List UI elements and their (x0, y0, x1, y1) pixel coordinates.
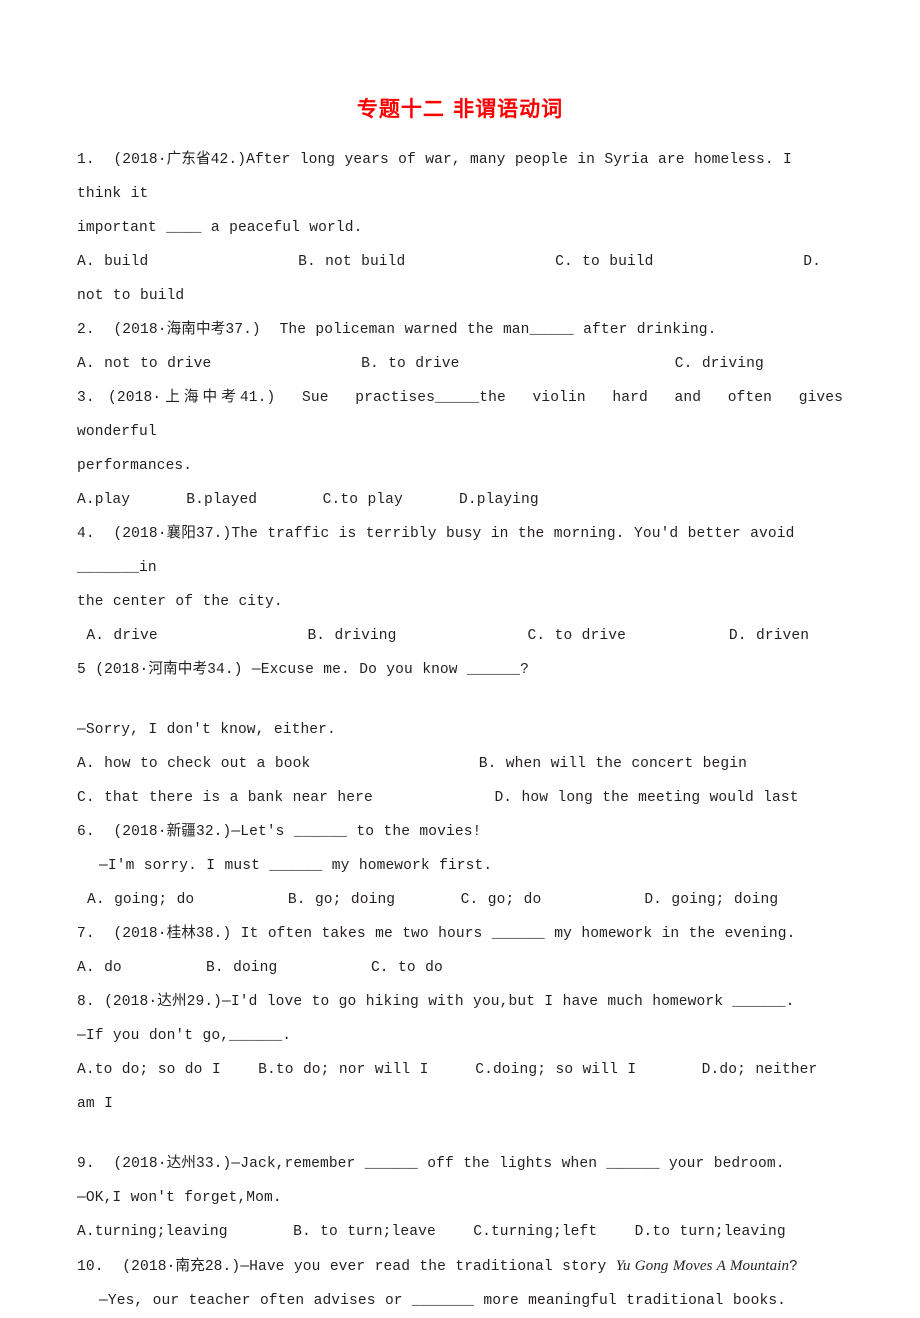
question-8-options: A.to do; so do I B.to do; nor will I C.d… (77, 1062, 827, 1113)
question-5-stem-line-1: 5 (2018·河南中考34.) —Excuse me. Do you know… (77, 662, 530, 679)
question-10-stem-line-1: 10. (2018·南充28.)—Have you ever read the … (77, 1249, 843, 1284)
question-7-stem-line-1: 7. (2018·桂林38.) It often takes me two ho… (77, 926, 796, 943)
question-4-options: A. drive B. driving C. to drive D. drive… (77, 628, 810, 645)
question-5-options-row-2: C. that there is a bank near here D. how… (77, 790, 799, 807)
question-9-stem-line-2: —OK,I won't forget,Mom. (77, 1190, 282, 1207)
question-10-stem-line-2: —Yes, our teacher often advises or _____… (99, 1293, 787, 1310)
question-4-stem-line-1: 4. (2018·襄阳37.)The traffic is terribly b… (77, 526, 804, 577)
question-1-options: A. build B. not build C. to build D. not… (77, 254, 831, 305)
question-8-stem-line-1: 8. (2018·达州29.)—I'd love to go hiking wi… (77, 994, 795, 1011)
question-9-options: A.turning;leaving B. to turn;leave C.tur… (77, 1224, 786, 1241)
question-3-stem-line-2: performances. (77, 458, 193, 475)
question-9-stem-line-1: 9. (2018·达州33.)—Jack,remember ______ off… (77, 1156, 785, 1173)
question-8-stem-line-2: —If you don't go,______. (77, 1028, 292, 1045)
question-3-options: A.play B.played C.to play D.playing (77, 492, 539, 509)
question-2-options: A. not to drive B. to drive C. driving (77, 356, 764, 373)
question-10-stem-suffix: ? (789, 1259, 798, 1276)
question-6-stem-line-1: 6. (2018·新疆32.)—Let's ______ to the movi… (77, 824, 482, 841)
question-6-options: A. going; do B. go; doing C. go; do D. g… (87, 892, 779, 909)
question-2-stem-line-1: 2. (2018·海南中考37.) The policeman warned t… (77, 322, 717, 339)
question-10-story-title: Yu Gong Moves A Mountain (615, 1258, 790, 1275)
question-10-stem-prefix: 10. (2018·南充28.)—Have you ever read the … (77, 1259, 616, 1276)
question-5-options-row-1: A. how to check out a book B. when will … (77, 756, 747, 773)
question-7-options: A. do B. doing C. to do (77, 960, 443, 977)
question-6-stem-line-2: —I'm sorry. I must ______ my homework fi… (99, 858, 493, 875)
question-1-stem-line-2: important ____ a peaceful world. (77, 220, 363, 237)
question-1-stem-line-1: 1. (2018·广东省42.)After long years of war,… (77, 152, 802, 203)
question-4-stem-line-2: the center of the city. (77, 594, 283, 611)
page-title: 专题十二 非谓语动词 (356, 97, 564, 121)
question-3-stem-line-1: 3. (2018·上海中考41.) Sue practises_____the … (77, 390, 862, 441)
document-content: 专题十二 非谓语动词 1. (2018·广东省42.)After long ye… (77, 96, 843, 1318)
document-page: 专题十二 非谓语动词 1. (2018·广东省42.)After long ye… (0, 0, 920, 1309)
question-5-stem-line-2: —Sorry, I don't know, either. (77, 722, 336, 739)
